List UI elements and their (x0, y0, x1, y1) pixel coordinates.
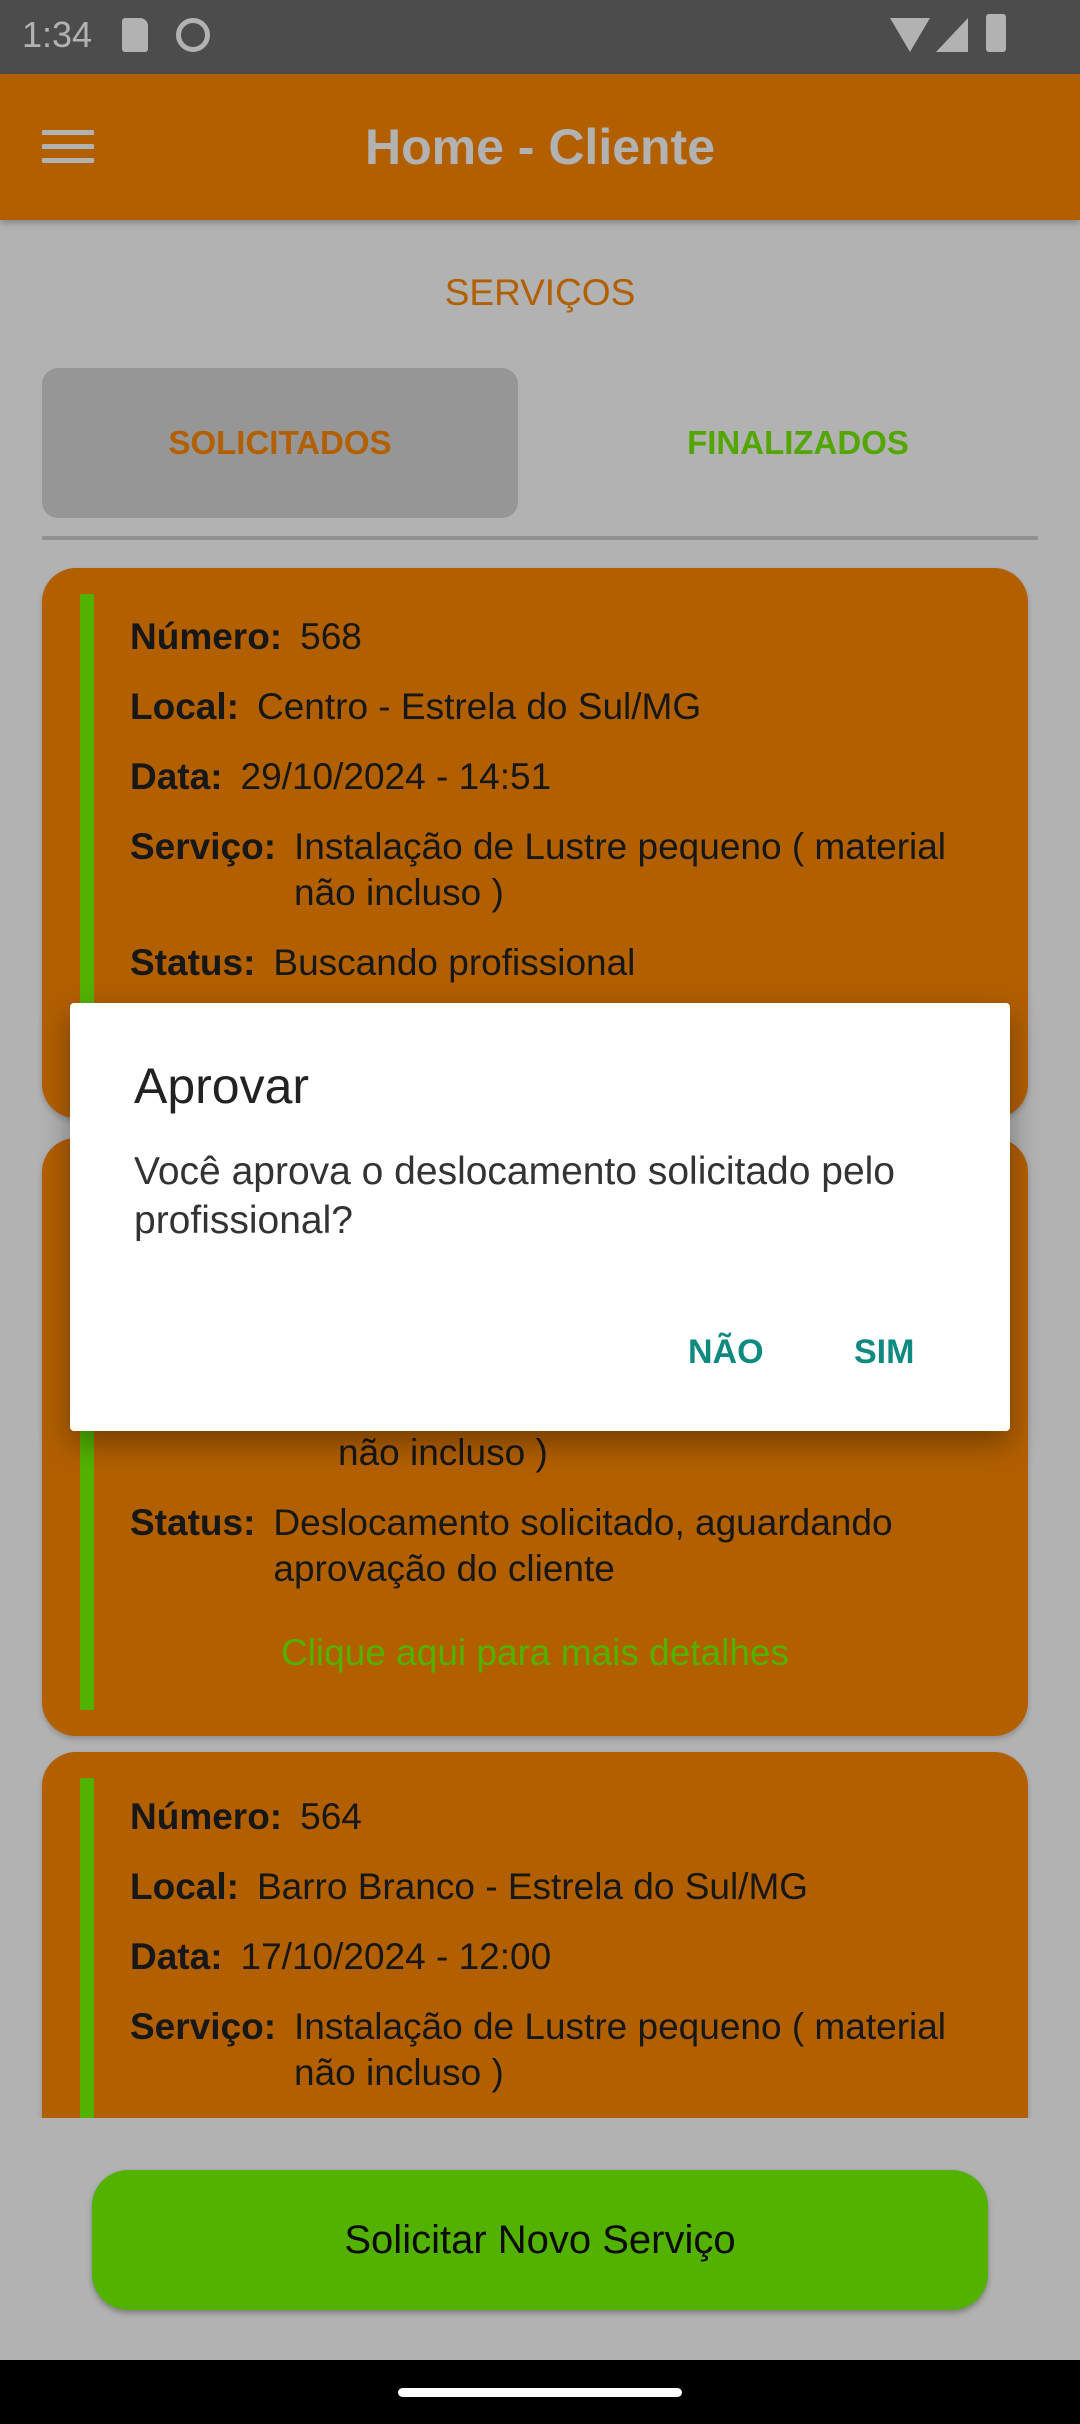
dialog-title: Aprovar (134, 1058, 310, 1114)
yes-button[interactable]: SIM (838, 1323, 930, 1382)
dialog-message: Você aprova o deslocamento solicitado pe… (134, 1150, 895, 1242)
home-gesture-handle[interactable] (398, 2388, 682, 2397)
nav-bar (0, 2360, 1080, 2424)
approve-dialog: Aprovar Você aprova o deslocamento solic… (70, 1003, 1010, 1431)
no-button[interactable]: NÃO (672, 1323, 780, 1382)
